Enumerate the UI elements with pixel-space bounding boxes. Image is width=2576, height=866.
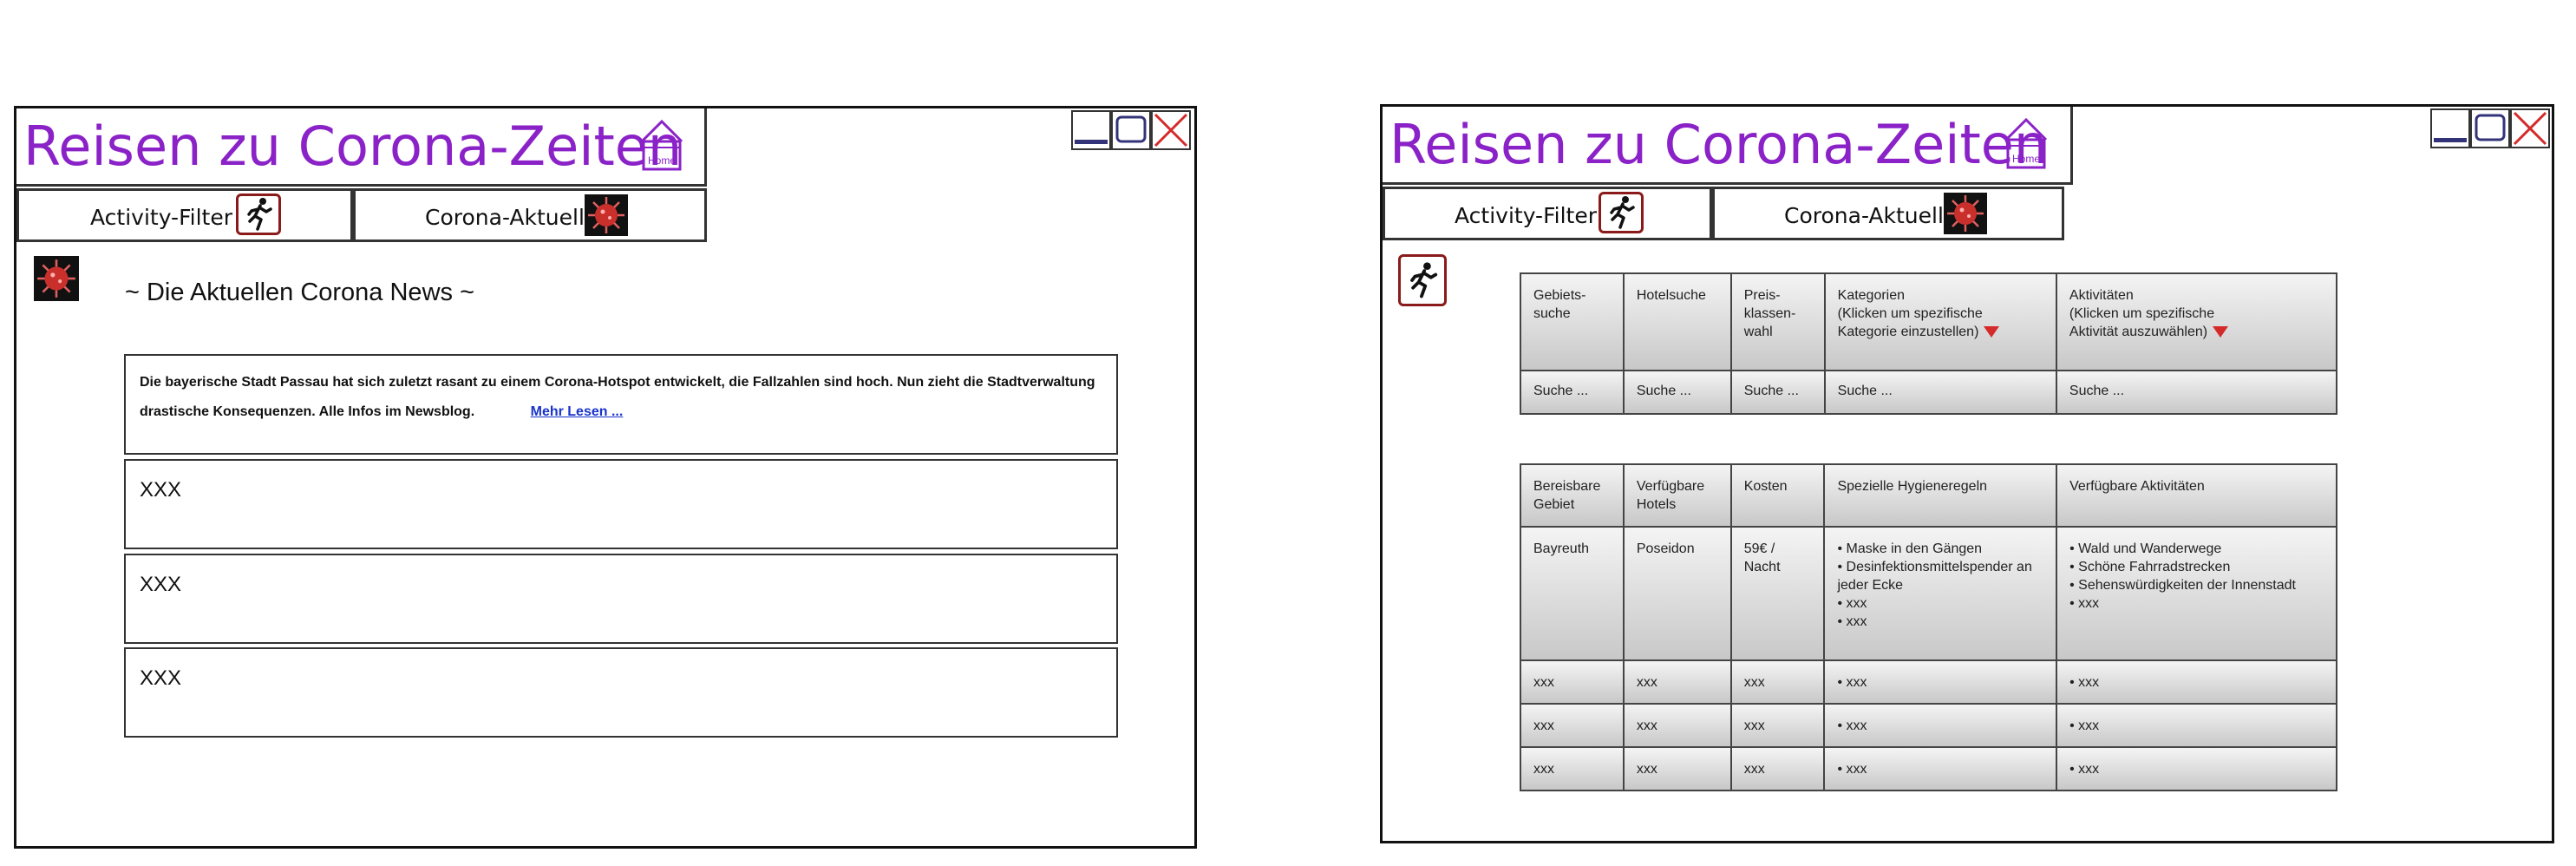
news-window: Reisen zu Corona-Zeiten Home Activity-Fi… [14, 106, 1197, 849]
tab-activity-filter-label: Activity-Filter [90, 205, 232, 230]
home-icon[interactable]: Home [2004, 117, 2049, 171]
table-cell: • xxx [1823, 703, 2058, 748]
minimize-button[interactable] [1071, 110, 1111, 150]
tab-corona-aktuell[interactable]: Corona-Aktuell [1712, 187, 2064, 240]
activity-runner-icon [1398, 254, 1447, 306]
table-cell: xxx [1520, 746, 1625, 791]
app-title: Reisen zu Corona-Zeiten [23, 115, 683, 178]
news-placeholder-text: XXX [140, 478, 182, 502]
news-placeholder-text: XXX [140, 666, 182, 690]
table-row[interactable]: Bayreuth Poseidon 59€ / Nacht • Maske in … [1520, 526, 2337, 661]
search-header-cell: Preis-klassen-wahl [1729, 272, 1826, 371]
table-row[interactable]: xxx xxx xxx • xxx • xxx [1520, 746, 2337, 791]
tab-activity-filter-label: Activity-Filter [1455, 203, 1597, 228]
table-cell: xxx [1622, 746, 1732, 791]
table-cell: • Wald und Wanderwege • Schöne Fahrradstr… [2056, 526, 2337, 661]
table-cell: • xxx [2056, 659, 2337, 705]
results-header-cell: Kosten [1729, 463, 1826, 528]
window-controls [1071, 110, 1191, 150]
tab-corona-aktuell[interactable]: Corona-Aktuell [353, 188, 707, 242]
maximize-button[interactable] [1111, 110, 1151, 150]
app-header: Reisen zu Corona-Zeiten Home [1383, 107, 2073, 185]
search-header-row: Gebiets-suche Hotelsuche Preis-klassen-w… [1520, 272, 2338, 371]
maximize-button[interactable] [2470, 108, 2510, 148]
runner-icon [1599, 192, 1644, 233]
activity-window: Reisen zu Corona-Zeiten Home Activity-Fi… [1380, 104, 2554, 843]
tab-activity-filter[interactable]: Activity-Filter [16, 188, 353, 242]
table-cell: 59€ / Nacht [1729, 526, 1826, 661]
search-input[interactable]: Suche ... [2055, 370, 2338, 415]
results-header-cell: Bereisbare Gebiet [1520, 463, 1625, 528]
table-cell: • xxx [1823, 746, 2058, 791]
table-cell: xxx [1520, 703, 1625, 748]
table-cell: • xxx [1823, 659, 2058, 705]
news-article: Die bayerische Stadt Passau hat sich zul… [124, 354, 1118, 455]
news-placeholder: XXX [124, 647, 1118, 738]
news-placeholder-text: XXX [140, 573, 182, 596]
results-header-cell: Verfügbare Hotels [1622, 463, 1732, 528]
table-cell: Bayreuth [1520, 526, 1625, 661]
app-header: Reisen zu Corona-Zeiten Home [16, 108, 707, 187]
table-cell: • xxx [2056, 746, 2337, 791]
news-placeholder: XXX [124, 459, 1118, 549]
news-virus-icon [34, 256, 79, 301]
read-more-link[interactable]: Mehr Lesen ... [531, 404, 624, 419]
search-input[interactable]: Suche ... [1729, 370, 1826, 415]
dropdown-arrow-icon[interactable] [2213, 326, 2229, 338]
results-header-cell: Spezielle Hygieneregeln [1823, 463, 2058, 528]
table-cell: xxx [1729, 659, 1826, 705]
table-cell: xxx [1520, 659, 1625, 705]
table-cell: xxx [1729, 703, 1826, 748]
close-button[interactable] [1151, 110, 1191, 150]
results-table: Bereisbare Gebiet Verfügbare Hotels Kosten… [1520, 463, 2337, 791]
tab-activity-filter[interactable]: Activity-Filter [1383, 187, 1712, 240]
news-heading: ~ Die Aktuellen Corona News ~ [125, 279, 474, 306]
window-controls [2430, 108, 2550, 148]
results-header-row: Bereisbare Gebiet Verfügbare Hotels Kosten… [1520, 463, 2337, 528]
virus-icon [1944, 193, 1987, 234]
search-header-cell: Gebiets-suche [1520, 272, 1625, 371]
news-placeholder: XXX [124, 554, 1118, 644]
tab-corona-aktuell-label: Corona-Aktuell [1784, 203, 1944, 228]
activity-dropdown[interactable]: Aktivitäten (Klicken um spezifische Aktivi… [2055, 272, 2338, 371]
table-cell: • Maske in den Gängen • Desinfektionsmitt… [1823, 526, 2058, 661]
table-cell: xxx [1729, 746, 1826, 791]
close-button[interactable] [2510, 108, 2550, 148]
search-input-row: Suche ... Suche ... Suche ... Suche ... … [1520, 370, 2338, 415]
table-row[interactable]: xxx xxx xxx • xxx • xxx [1520, 659, 2337, 705]
runner-icon [236, 194, 281, 235]
results-header-cell: Verfügbare Aktivitäten [2056, 463, 2337, 528]
table-cell: • xxx [2056, 703, 2337, 748]
tab-corona-aktuell-label: Corona-Aktuell [425, 205, 585, 230]
category-dropdown[interactable]: Kategorien (Klicken um spezifische Kategor… [1823, 272, 2057, 371]
home-icon[interactable]: Home [639, 119, 684, 173]
home-label: Home [2012, 153, 2040, 165]
search-input[interactable]: Suche ... [1622, 370, 1732, 415]
minimize-button[interactable] [2430, 108, 2470, 148]
dropdown-arrow-icon[interactable] [1984, 326, 2000, 338]
table-row[interactable]: xxx xxx xxx • xxx • xxx [1520, 703, 2337, 748]
table-cell: xxx [1622, 659, 1732, 705]
app-title: Reisen zu Corona-Zeiten [1389, 113, 2049, 176]
search-input[interactable]: Suche ... [1823, 370, 2057, 415]
search-header-cell: Hotelsuche [1622, 272, 1732, 371]
search-input[interactable]: Suche ... [1520, 370, 1625, 415]
home-label: Home [648, 154, 676, 167]
search-table: Gebiets-suche Hotelsuche Preis-klassen-w… [1520, 272, 2338, 415]
table-cell: xxx [1622, 703, 1732, 748]
table-cell: Poseidon [1622, 526, 1732, 661]
virus-icon [585, 194, 628, 236]
